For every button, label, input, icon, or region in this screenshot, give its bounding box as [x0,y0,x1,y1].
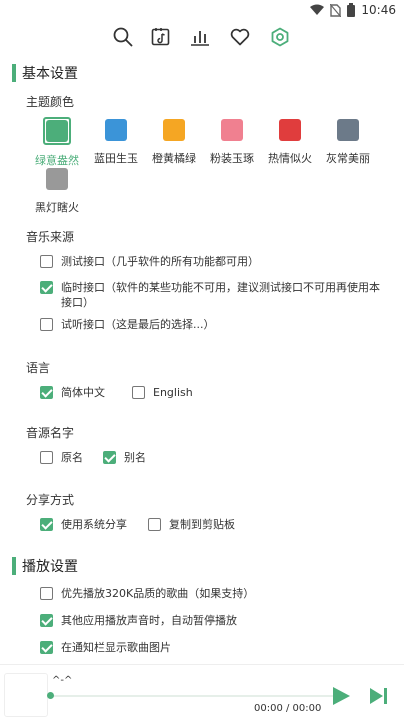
checkbox-unchecked[interactable] [40,318,53,331]
battery-icon [347,3,356,17]
playback-option-auto-pause[interactable]: 其他应用播放声音时，自动暂停播放 [40,613,237,628]
share-method-label: 分享方式 [26,493,75,507]
share-option-clipboard[interactable]: 复制到剪贴板 [148,517,235,532]
music-source-option-test[interactable]: 测试接口（几乎软件的所有功能都可用） [40,254,385,269]
playback-time: 00:00 / 00:00 [254,703,322,714]
theme-swatch [279,119,301,141]
theme-swatch-frame [43,117,71,145]
checkbox-label: 简体中文 [61,386,105,399]
checkbox-label: 别名 [124,451,146,464]
theme-color-label: 主题颜色 [26,95,75,109]
source-name-label: 音源名字 [26,426,75,440]
checkbox-label: 试听接口（这是最后的选择...） [61,318,215,331]
wifi-icon [310,4,325,15]
playback-settings-heading: 播放设置 [12,556,78,576]
section-accent-bar [12,557,16,575]
progress-thumb[interactable] [47,692,54,699]
theme-swatch-frame [44,166,70,192]
language-label: 语言 [26,361,51,375]
theme-swatch [46,168,68,190]
theme-name: 灰常美丽 [326,152,370,165]
theme-name: 蓝田生玉 [94,152,138,165]
theme-swatch [46,120,68,142]
playback-settings-title: 播放设置 [22,559,78,575]
checkbox-checked[interactable] [40,281,53,294]
checkbox-label: 其他应用播放声音时，自动暂停播放 [61,614,237,627]
playback-option-320k[interactable]: 优先播放320K品质的歌曲（如果支持） [40,586,254,601]
settings-gear-icon[interactable] [269,26,291,48]
share-option-system[interactable]: 使用系统分享 [40,517,127,532]
theme-option-gray[interactable]: 灰常美丽 [320,117,376,166]
leaderboard-icon[interactable] [189,26,211,48]
theme-option-red[interactable]: 热情似火 [262,117,318,166]
music-source-option-temporary[interactable]: 临时接口（软件的某些功能不可用，建议测试接口不可用再使用本接口） [40,280,385,310]
checkbox-checked[interactable] [40,641,53,654]
status-bar: 10:46 [0,0,404,22]
theme-swatch-frame [277,117,303,143]
favorites-heart-icon[interactable] [229,26,251,48]
checkbox-label: 复制到剪贴板 [169,518,235,531]
playback-option-notification-image[interactable]: 在通知栏显示歌曲图片 [40,640,171,655]
theme-name: 黑灯瞎火 [35,201,79,214]
source-name-option-alias[interactable]: 别名 [103,450,146,465]
checkbox-label: 临时接口（软件的某些功能不可用，建议测试接口不可用再使用本接口） [61,281,380,309]
checkbox-checked[interactable] [103,451,116,464]
theme-swatch [163,119,185,141]
theme-option-orange[interactable]: 橙黄橘绿 [146,117,202,166]
theme-option-blue[interactable]: 蓝田生玉 [88,117,144,166]
play-icon[interactable] [330,685,352,707]
theme-option-pink[interactable]: 粉装玉琢 [204,117,260,166]
checkbox-checked[interactable] [40,386,53,399]
checkbox-label: 优先播放320K品质的歌曲（如果支持） [61,587,255,600]
progress-track[interactable] [50,695,334,697]
language-option-english[interactable]: English [132,385,193,400]
checkbox-unchecked[interactable] [148,518,161,531]
checkbox-unchecked[interactable] [40,451,53,464]
top-navigation [0,22,404,52]
checkbox-label: English [153,386,193,399]
status-icons: 10:46 [310,3,396,17]
search-icon[interactable] [112,26,134,48]
checkbox-unchecked[interactable] [132,386,145,399]
source-name-option-original[interactable]: 原名 [40,450,83,465]
next-track-icon[interactable] [368,686,390,706]
status-time: 10:46 [361,3,396,17]
no-sim-icon [330,3,342,17]
checkbox-label: 在通知栏显示歌曲图片 [61,641,171,654]
theme-swatch-frame [161,117,187,143]
checkbox-unchecked[interactable] [40,587,53,600]
basic-settings-title: 基本设置 [22,66,78,82]
section-accent-bar [12,64,16,82]
checkbox-label: 测试接口（几乎软件的所有功能都可用） [61,255,259,268]
theme-swatch-frame [103,117,129,143]
language-option-chinese[interactable]: 简体中文 [40,385,105,400]
checkbox-label: 使用系统分享 [61,518,127,531]
theme-name: 热情似火 [268,152,312,165]
theme-name: 粉装玉琢 [210,152,254,165]
theme-swatch-frame [219,117,245,143]
music-source-label: 音乐来源 [26,230,75,244]
music-list-icon[interactable] [150,26,172,48]
theme-swatch [337,119,359,141]
theme-option-green[interactable]: 绿意盎然 [29,117,85,168]
song-title: ^-^ [52,675,73,686]
music-source-option-preview[interactable]: 试听接口（这是最后的选择...） [40,317,385,332]
theme-name: 橙黄橘绿 [152,152,196,165]
checkbox-label: 原名 [61,451,83,464]
theme-swatch-frame [335,117,361,143]
checkbox-unchecked[interactable] [40,255,53,268]
theme-swatch [105,119,127,141]
checkbox-checked[interactable] [40,614,53,627]
album-cover[interactable] [4,673,48,717]
checkbox-checked[interactable] [40,518,53,531]
mini-player: ^-^ 00:00 / 00:00 [0,664,404,720]
basic-settings-heading: 基本设置 [12,63,78,83]
theme-swatch [221,119,243,141]
theme-option-black[interactable]: 黑灯瞎火 [29,166,85,215]
